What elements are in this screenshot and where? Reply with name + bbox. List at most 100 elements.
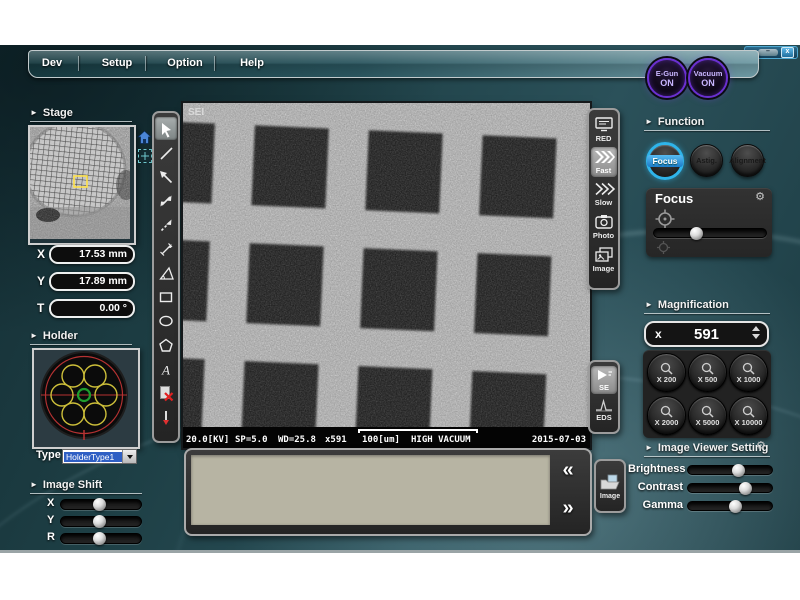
arrow-tool[interactable]: [155, 165, 177, 188]
eds-detector-button[interactable]: EDS: [591, 396, 617, 424]
section-arrow-icon: ►: [645, 443, 653, 452]
line-icon: [157, 144, 175, 162]
stage-t-value[interactable]: 0.00 °: [49, 299, 135, 318]
divider: [644, 456, 770, 457]
measure-arrow-icon: [157, 240, 175, 258]
text-tool[interactable]: A: [155, 357, 177, 380]
app-window: – x Dev Setup Option Help E-Gun ON Vacuu…: [0, 45, 800, 553]
contrast-label: Contrast: [628, 481, 683, 493]
close-button[interactable]: x: [781, 47, 794, 58]
scale-bar: [358, 429, 478, 433]
magnification-input[interactable]: x 591: [644, 321, 769, 347]
image-shift-y-slider[interactable]: [60, 516, 142, 527]
preset-x10000-button[interactable]: X 10000: [729, 396, 768, 435]
preset-x1000-button[interactable]: X 1000: [729, 353, 768, 392]
holder-diagram: [34, 350, 134, 443]
contrast-slider[interactable]: [687, 483, 773, 493]
holder-map[interactable]: [32, 348, 140, 449]
measure-arrow-tool[interactable]: [155, 237, 177, 260]
photos-icon: [593, 246, 615, 263]
brightness-slider[interactable]: [687, 465, 773, 475]
divider: [30, 344, 132, 345]
astig-button-label: Astig.: [696, 156, 717, 165]
polygon-tool[interactable]: [155, 333, 177, 356]
status-magnification: x591: [325, 435, 347, 445]
status-date: 2015-07-03: [532, 435, 586, 445]
ellipse-tool[interactable]: [155, 309, 177, 332]
stage-overview-image[interactable]: [28, 125, 136, 245]
sem-status-bar: 20.0[KV] SP=5.0 WD=25.8 x591 100[um] HIG…: [183, 427, 590, 448]
vacuum-on-button[interactable]: Vacuum ON: [688, 58, 728, 98]
focus-slider[interactable]: [653, 228, 767, 238]
marker-pin-tool[interactable]: [155, 405, 177, 428]
menu-help[interactable]: Help: [229, 57, 275, 69]
dashed-arrow-tool[interactable]: [155, 213, 177, 236]
marker-pin-icon: [157, 408, 175, 426]
fast-scan-button[interactable]: Fast: [591, 147, 617, 177]
egun-on-button[interactable]: E-Gun ON: [647, 58, 687, 98]
stage-x-value[interactable]: 17.53 mm: [49, 245, 135, 264]
minimize-button[interactable]: –: [758, 49, 778, 56]
select-cursor-tool[interactable]: [155, 117, 177, 140]
function-alignment-button[interactable]: Alignment: [731, 144, 764, 177]
slider-knob[interactable]: [93, 515, 106, 528]
red-scan-button[interactable]: RED: [591, 114, 617, 145]
function-focus-button[interactable]: Focus: [646, 142, 684, 180]
magnification-spinner[interactable]: [752, 326, 760, 339]
slider-knob[interactable]: [729, 500, 742, 513]
spin-down-icon[interactable]: [752, 334, 760, 339]
preset-x5000-button[interactable]: X 5000: [688, 396, 727, 435]
angle-tool[interactable]: [155, 261, 177, 284]
preset-x200-button[interactable]: X 200: [647, 353, 686, 392]
double-arrow-tool[interactable]: [155, 189, 177, 212]
line-tool[interactable]: [155, 141, 177, 164]
function-astig-button[interactable]: Astig.: [690, 144, 723, 177]
slider-knob[interactable]: [93, 498, 106, 511]
image-capture-button[interactable]: Image: [591, 244, 617, 275]
preset-x2000-button[interactable]: X 2000: [647, 396, 686, 435]
annotation-toolbar: A: [152, 111, 180, 443]
preset-x500-button[interactable]: X 500: [688, 353, 727, 392]
status-spot-size: SP=5.0: [235, 435, 268, 445]
gear-icon[interactable]: ⚙: [756, 441, 766, 452]
slider-knob[interactable]: [690, 227, 703, 240]
slider-knob[interactable]: [739, 482, 752, 495]
image-shift-r-slider[interactable]: [60, 533, 142, 544]
gamma-slider[interactable]: [687, 501, 773, 511]
slider-knob[interactable]: [732, 464, 745, 477]
screen: – x Dev Setup Option Help E-Gun ON Vacuu…: [0, 0, 800, 600]
slider-knob[interactable]: [93, 532, 106, 545]
magnification-value: 591: [646, 326, 767, 343]
gallery-next-button[interactable]: »: [552, 498, 584, 518]
menu-setup[interactable]: Setup: [94, 57, 140, 69]
dropdown-arrow-button[interactable]: [122, 450, 136, 463]
stage-y-value[interactable]: 17.89 mm: [49, 272, 135, 291]
stage-home-button[interactable]: [137, 130, 152, 145]
gallery-strip[interactable]: [191, 455, 550, 525]
se-detector-button[interactable]: SE: [591, 366, 617, 394]
image-shift-x-slider[interactable]: [60, 499, 142, 510]
spin-up-icon[interactable]: [752, 326, 760, 331]
holder-type-label: Type: [36, 449, 61, 461]
vacuum-label: Vacuum: [694, 69, 723, 78]
open-image-label: Image: [600, 493, 620, 500]
magnifier-icon: [660, 405, 673, 418]
holder-type-dropdown[interactable]: HolderType1: [62, 449, 137, 464]
fine-focus-target-icon: [656, 240, 671, 255]
gallery-prev-button[interactable]: «: [552, 460, 584, 480]
photo-button[interactable]: Photo: [591, 211, 617, 242]
menu-option[interactable]: Option: [162, 57, 208, 69]
open-image-button[interactable]: Image: [594, 459, 626, 513]
polygon-icon: [157, 336, 175, 354]
gear-icon[interactable]: ⚙: [755, 192, 765, 203]
camera-icon: [593, 213, 615, 230]
slow-chevrons-icon: [593, 181, 615, 197]
viewer-setting-section-title: ►Image Viewer Setting: [645, 442, 768, 454]
delete-annotation-tool[interactable]: [155, 381, 177, 404]
menu-dev[interactable]: Dev: [29, 57, 75, 69]
slow-scan-button[interactable]: Slow: [591, 179, 617, 209]
sem-viewer[interactable]: SEI 20.0[KV] SP=5.0 WD=25.8 x591 100[um]…: [183, 103, 590, 448]
stage-center-button[interactable]: [138, 149, 152, 163]
chevron-down-icon: [127, 455, 133, 459]
rectangle-tool[interactable]: [155, 285, 177, 308]
